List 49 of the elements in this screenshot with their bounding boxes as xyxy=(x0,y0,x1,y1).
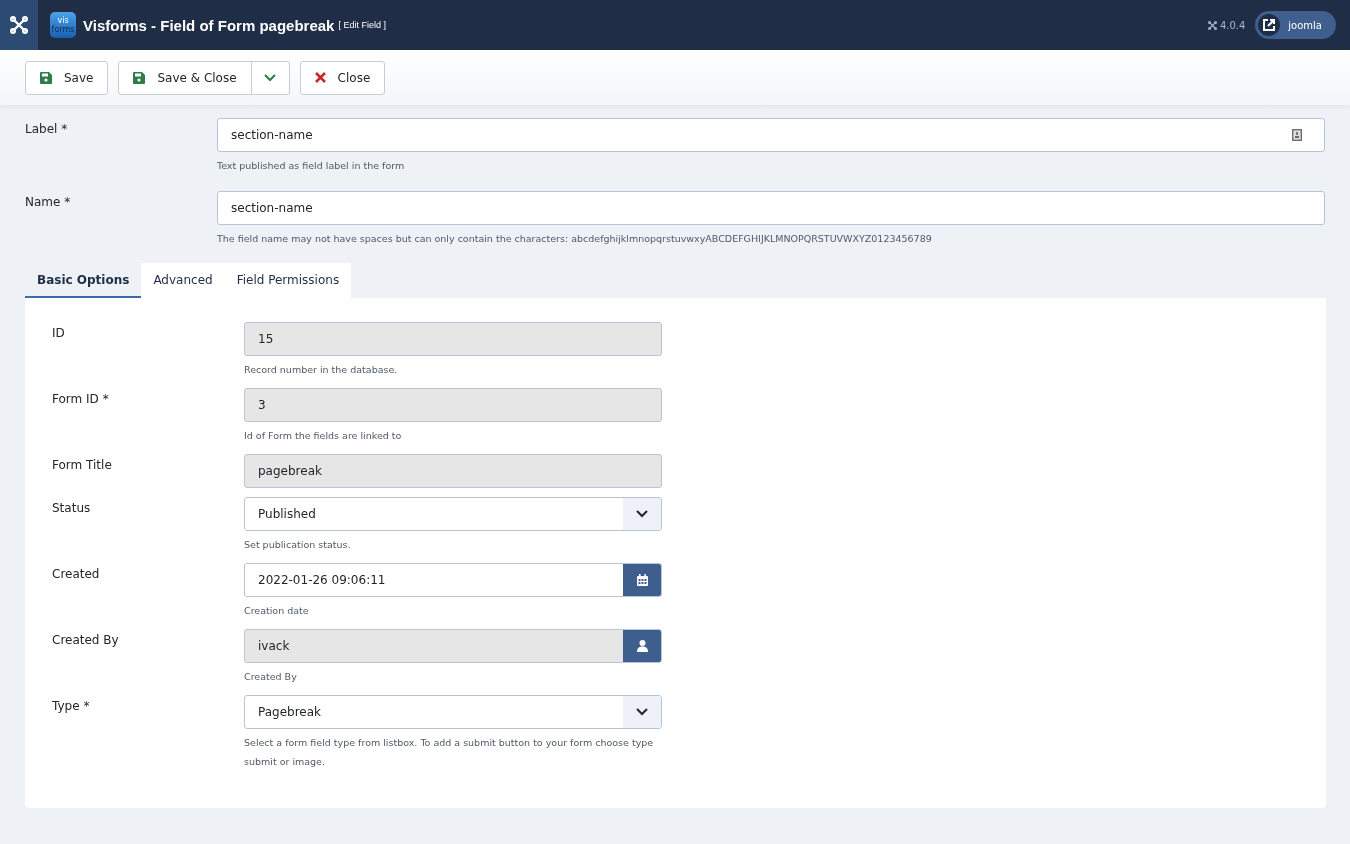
joomla-logo-icon xyxy=(10,16,28,34)
help-text: Record number in the database. xyxy=(244,363,399,377)
close-icon xyxy=(314,72,326,83)
field-label: Created xyxy=(52,566,101,583)
field-label: Created By xyxy=(52,632,120,649)
close-button[interactable]: Close xyxy=(299,60,386,95)
input-field[interactable]: ivack xyxy=(244,629,662,663)
site-link-button[interactable]: joomla xyxy=(1255,11,1336,39)
help-text: Created By xyxy=(244,670,298,684)
joomla-logo-icon xyxy=(1207,20,1217,30)
field-label: Status xyxy=(52,500,92,517)
input-field[interactable]: 15 xyxy=(244,322,662,356)
input-field[interactable]: 2022-01-26 09:06:11 xyxy=(244,563,662,597)
select-field[interactable]: Pagebreak xyxy=(244,695,662,729)
chevron-down-icon xyxy=(264,73,277,82)
field-label: Name * xyxy=(25,194,72,211)
external-link-icon xyxy=(1263,19,1276,31)
calendar-button[interactable] xyxy=(623,564,661,596)
version-label: 4.0.4 xyxy=(1207,19,1246,31)
help-text: Set publication status. xyxy=(244,538,352,552)
field-label: ID xyxy=(52,325,66,342)
help-text: Select a form field type from listbox. To add a submit button to your form choose type submit or image. xyxy=(244,736,655,769)
brand-tile[interactable] xyxy=(0,0,38,50)
input-field[interactable]: 3 xyxy=(244,388,662,422)
dropdown-toggle[interactable] xyxy=(251,60,290,95)
help-text: Text published as field label in the form xyxy=(217,159,406,173)
save-button[interactable]: Save xyxy=(25,60,109,95)
field-label: Form ID * xyxy=(52,391,110,408)
chevron-down-icon xyxy=(636,708,648,716)
calendar-icon xyxy=(637,574,648,586)
input-field[interactable]: pagebreak xyxy=(244,454,662,488)
user-icon xyxy=(637,640,648,652)
save-close-button[interactable]: Save & Close xyxy=(118,60,252,95)
user-select-button[interactable] xyxy=(623,630,661,662)
select-field[interactable]: Published xyxy=(244,497,662,531)
chevron-down-icon xyxy=(636,510,648,518)
help-text: Id of Form the fields are linked to xyxy=(244,429,403,443)
field-label: Type * xyxy=(52,698,91,715)
help-text: The field name may not have spaces but can only contain the characters: abcdefghijklmnopqrstuvwxyABCDEFGHIJKLMNOPQRSTUVWXYZ0123456789 xyxy=(217,232,933,246)
app-logo: vis forms xyxy=(50,12,76,38)
page-title: Visforms - Field of Form pagebreak xyxy=(83,16,335,34)
tab[interactable]: Advanced xyxy=(141,263,225,298)
field-label: Form Title xyxy=(52,457,113,474)
field-label: Label * xyxy=(25,121,69,138)
help-text: Creation date xyxy=(244,604,310,618)
input-field[interactable]: section-name xyxy=(217,191,1325,225)
input-field[interactable]: section-name xyxy=(217,118,1325,152)
page-subtitle: [ Edit Field ] xyxy=(338,20,386,30)
tab[interactable]: Field Permissions xyxy=(224,263,352,298)
